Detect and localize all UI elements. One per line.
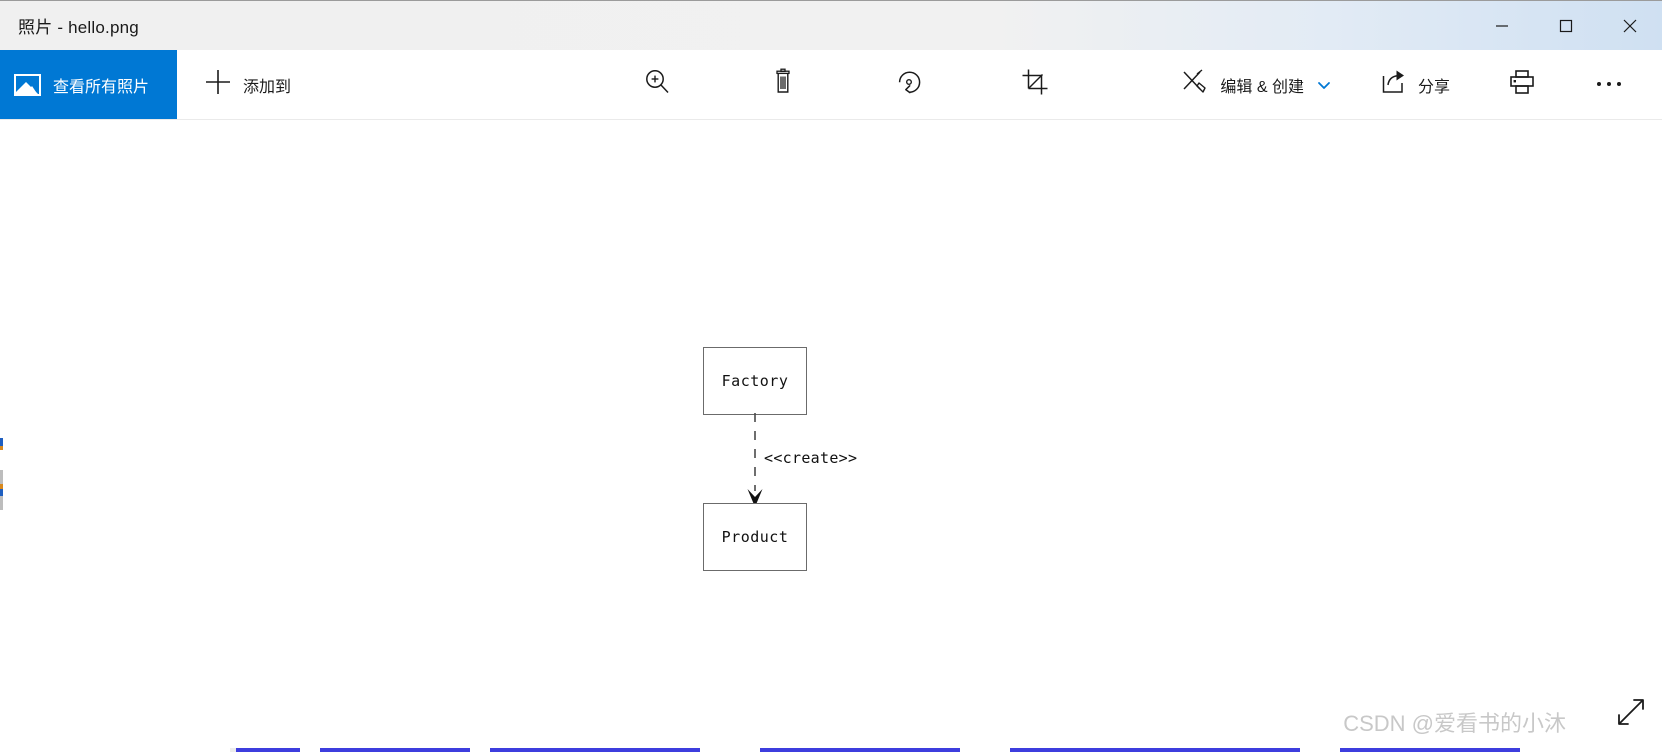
- background-bleed-left: [0, 0, 3, 752]
- edit-create-label: 编辑 & 创建: [1220, 78, 1304, 96]
- magnifier-plus-icon: [642, 67, 672, 102]
- photo-icon: [14, 73, 41, 96]
- add-to-label: 添加到: [243, 78, 292, 96]
- window-title: 照片 - hello.png: [18, 18, 139, 37]
- view-all-photos-label: 查看所有照片: [53, 78, 150, 96]
- close-button[interactable]: [1598, 1, 1662, 51]
- uml-node-product: Product: [703, 503, 807, 571]
- background-bleed-bottom: [0, 748, 1662, 752]
- maximize-icon: [1558, 18, 1574, 34]
- delete-button[interactable]: [746, 50, 820, 119]
- chevron-down-icon[interactable]: [1316, 77, 1332, 93]
- printer-icon: [1508, 68, 1536, 101]
- command-bar: 查看所有照片 添加到 编辑 & 创建 分享: [0, 50, 1662, 120]
- ellipsis-icon: [1594, 76, 1624, 94]
- rotate-button[interactable]: [872, 50, 946, 119]
- command-bar-gap-left: [305, 50, 620, 119]
- uml-edge-stereotype-label: <<create>>: [764, 449, 858, 467]
- trash-icon: [768, 67, 798, 102]
- photos-app-window: 照片 - hello.png 查看所有照片 添加到 编辑 & 创建 分享 Fac…: [0, 0, 1662, 752]
- command-bar-gap-7: [1646, 50, 1662, 119]
- title-bar: 照片 - hello.png: [0, 0, 1662, 50]
- uml-node-product-label: Product: [721, 528, 789, 546]
- image-viewport[interactable]: Factory <<create>> Product CSDN @爱看书的小沐: [0, 120, 1662, 751]
- command-bar-gap-1: [694, 50, 746, 119]
- edit-pencil-icon: [1180, 68, 1210, 101]
- share-button[interactable]: 分享: [1366, 50, 1464, 119]
- crop-button[interactable]: [998, 50, 1072, 119]
- crop-icon: [1020, 67, 1050, 102]
- uml-node-factory: Factory: [703, 347, 807, 415]
- view-all-photos-button[interactable]: 查看所有照片: [0, 50, 177, 119]
- uml-node-factory-label: Factory: [721, 372, 789, 390]
- share-label: 分享: [1417, 78, 1450, 96]
- add-to-button[interactable]: 添加到: [189, 50, 305, 119]
- close-icon: [1621, 17, 1639, 35]
- window-controls: [1470, 1, 1662, 51]
- edit-create-button[interactable]: 编辑 & 创建: [1166, 50, 1346, 119]
- rotate-icon: [894, 67, 924, 102]
- minimize-button[interactable]: [1470, 1, 1534, 51]
- command-bar-gap-6: [1558, 50, 1572, 119]
- csdn-watermark: CSDN @爱看书的小沐: [1343, 711, 1566, 736]
- command-bar-gap-4: [1346, 50, 1366, 119]
- more-options-button[interactable]: [1572, 50, 1646, 119]
- command-bar-gap-5: [1464, 50, 1486, 119]
- command-bar-spacer: [1072, 50, 1166, 119]
- print-button[interactable]: [1486, 50, 1558, 119]
- minimize-icon: [1494, 18, 1510, 34]
- plus-icon: [203, 67, 233, 102]
- maximize-button[interactable]: [1534, 1, 1598, 51]
- zoom-button[interactable]: [620, 50, 694, 119]
- resize-grip[interactable]: [1614, 695, 1648, 729]
- share-icon: [1380, 69, 1408, 100]
- command-bar-gap-3: [946, 50, 998, 119]
- command-bar-gap-2: [820, 50, 872, 119]
